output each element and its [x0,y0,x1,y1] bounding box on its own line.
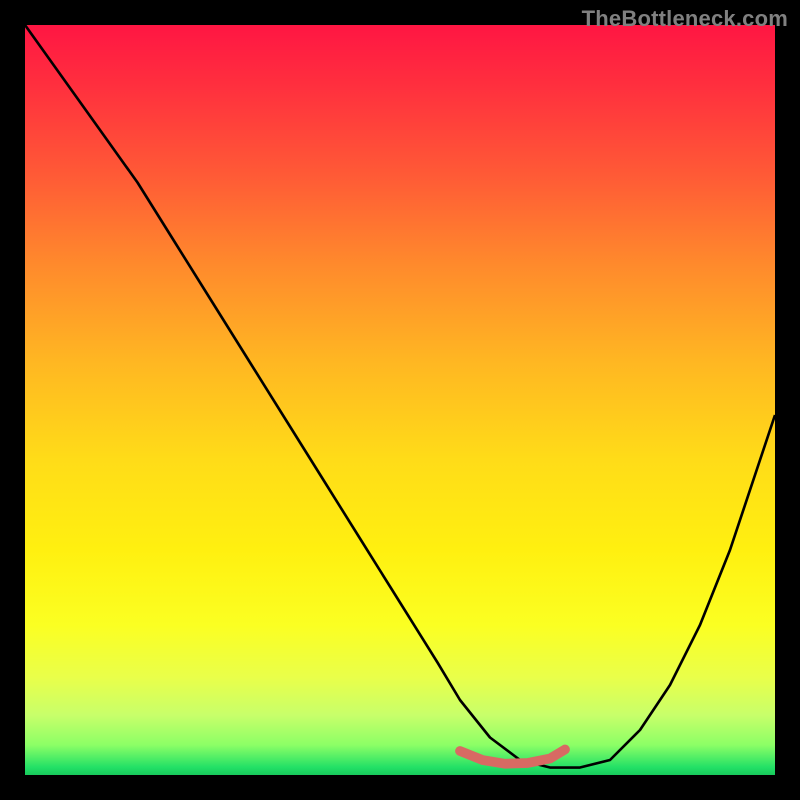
watermark-text: TheBottleneck.com [582,6,788,32]
curve-svg [25,25,775,775]
plot-area [25,25,775,775]
bottleneck-curve-path [25,25,775,768]
chart-stage: TheBottleneck.com [0,0,800,800]
accent-segment-path [460,750,565,764]
